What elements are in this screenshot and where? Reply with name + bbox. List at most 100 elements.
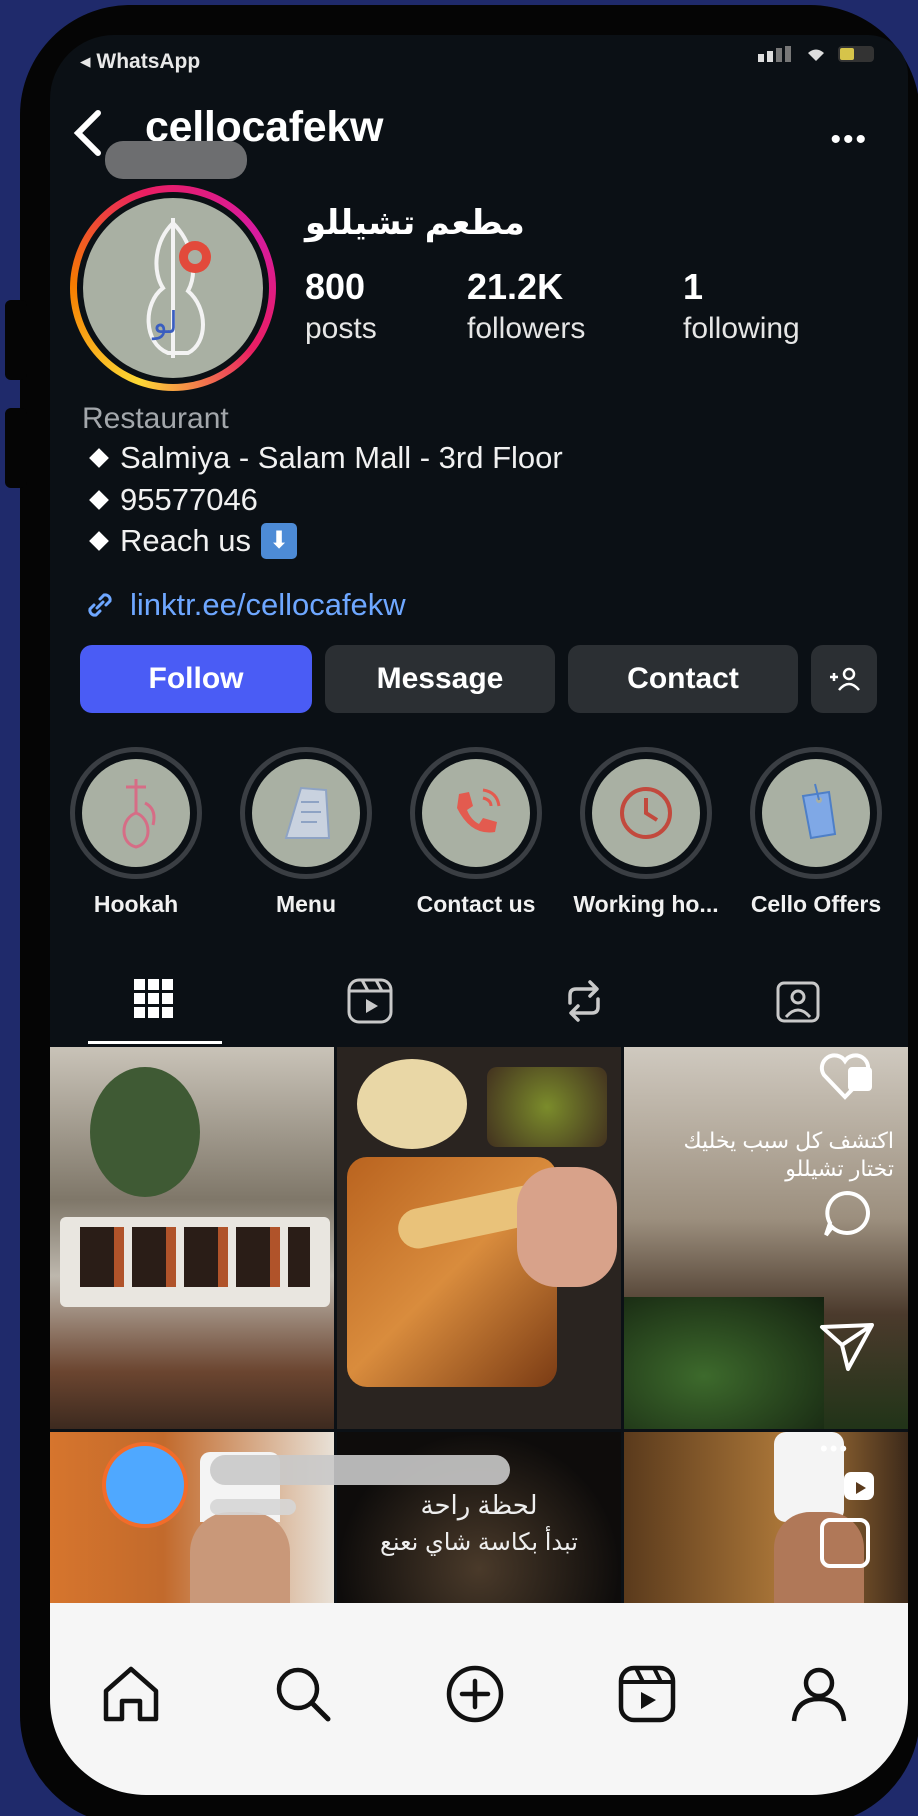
- post-overlay-text: لحظة راحة: [420, 1490, 538, 1520]
- tab-reposts[interactable]: [560, 977, 608, 1030]
- phone-icon: [422, 759, 530, 867]
- highlight-label: Hookah: [93, 891, 179, 917]
- followers-count: 21.2K: [467, 266, 564, 307]
- link-text: linktr.ee/cellocafekw: [130, 587, 406, 622]
- contact-button[interactable]: Contact: [568, 645, 798, 713]
- message-button[interactable]: Message: [325, 645, 555, 713]
- post-tile[interactable]: [337, 1047, 621, 1429]
- post-tile[interactable]: •••: [624, 1432, 908, 1603]
- home-icon: [103, 1666, 159, 1722]
- nav-profile[interactable]: [788, 1663, 850, 1730]
- hand-image: [517, 1167, 617, 1287]
- plant-image: [624, 1297, 824, 1429]
- highlight-menu[interactable]: Menu: [240, 747, 372, 918]
- food-plates-image: [80, 1227, 310, 1287]
- highlight-label: Menu: [275, 891, 337, 917]
- redaction-overlay: [105, 141, 247, 179]
- chevron-left-icon: [73, 110, 101, 156]
- repost-icon: [568, 980, 600, 1022]
- bio-reach-us: Reach us: [120, 523, 251, 558]
- followers-stat[interactable]: 21.2K followers: [467, 267, 585, 349]
- follow-button[interactable]: Follow: [80, 645, 312, 713]
- highlight-working-hours[interactable]: Working ho...: [573, 747, 719, 918]
- highlight-contact[interactable]: Contact us: [410, 747, 542, 918]
- more-dots-icon[interactable]: •••: [820, 1436, 849, 1462]
- cello-logo-icon: لو: [83, 198, 263, 378]
- profile-name: مطعم تشيللو: [305, 204, 525, 242]
- plant-image: [90, 1067, 200, 1197]
- diamond-bullet-icon: [89, 448, 109, 468]
- diamond-bullet-icon: [89, 531, 109, 551]
- highlight-label: Working ho...: [573, 891, 719, 917]
- profile-link[interactable]: linktr.ee/cellocafekw: [82, 587, 406, 623]
- post-tile[interactable]: [50, 1047, 334, 1429]
- reel-badge-icon: [842, 1468, 878, 1507]
- highlight-label: Cello Offers: [750, 891, 882, 917]
- tab-reels[interactable]: [346, 977, 394, 1030]
- reels-icon: [347, 978, 393, 1024]
- redaction-overlay: [210, 1499, 296, 1515]
- content-tabs: [50, 965, 908, 1045]
- salad-image: [487, 1067, 607, 1147]
- posts-stat[interactable]: 800 posts: [305, 267, 377, 349]
- add-person-icon: [830, 667, 860, 691]
- bio-line: Reach us ⬇: [82, 523, 297, 559]
- back-app-label: WhatsApp: [96, 50, 201, 73]
- bio-phone: 95577046: [120, 482, 258, 517]
- carousel-icon: [848, 1067, 872, 1091]
- nav-home[interactable]: [100, 1663, 162, 1730]
- suggest-people-button[interactable]: [811, 645, 877, 713]
- volume-up-button: [5, 300, 27, 380]
- post-tile[interactable]: اكتشف كل سبب يخليك تختار تشيللو: [624, 1047, 908, 1429]
- status-icons: [758, 45, 878, 68]
- tag-icon: [762, 759, 870, 867]
- profile-icon: [791, 1667, 847, 1722]
- back-button[interactable]: [68, 105, 108, 166]
- tab-tagged[interactable]: [774, 977, 822, 1030]
- action-buttons: Follow Message Contact: [50, 645, 908, 713]
- back-to-app-link[interactable]: ◂ WhatsApp: [80, 49, 200, 74]
- profile-avatar[interactable]: لو: [70, 185, 276, 391]
- down-arrow-icon: ⬇: [260, 523, 297, 559]
- following-stat[interactable]: 1 following: [683, 267, 800, 349]
- followers-label: followers: [467, 312, 586, 345]
- hummus-image: [357, 1059, 467, 1149]
- bio-line: Salmiya - Salam Mall - 3rd Floor: [82, 440, 563, 476]
- chef-image: [190, 1512, 290, 1603]
- highlight-label: Contact us: [416, 891, 536, 917]
- highlight-cello-offers[interactable]: Cello Offers: [750, 747, 882, 918]
- plus-circle-icon: [446, 1665, 504, 1723]
- battery-icon: [838, 45, 878, 68]
- diamond-bullet-icon: [89, 490, 109, 510]
- link-icon: [88, 593, 112, 617]
- posts-count: 800: [305, 266, 366, 307]
- redaction-overlay: [210, 1455, 510, 1485]
- nav-search[interactable]: [272, 1663, 334, 1730]
- bio-address: Salmiya - Salam Mall - 3rd Floor: [120, 440, 563, 475]
- wifi-icon: [804, 45, 828, 68]
- nav-reels[interactable]: [616, 1663, 678, 1730]
- following-count: 1: [683, 266, 704, 307]
- signal-icon: [758, 46, 794, 67]
- bottom-navigation: [50, 1603, 908, 1795]
- nav-create[interactable]: [444, 1663, 506, 1730]
- active-tab-indicator: [88, 1041, 222, 1044]
- more-options-icon[interactable]: •••: [830, 123, 868, 157]
- save-icon[interactable]: [820, 1518, 870, 1568]
- reels-icon: [618, 1665, 676, 1723]
- comment-icon[interactable]: [820, 1187, 874, 1246]
- instagram-profile-screen: ◂ WhatsApp cellocafekw ••• لو مطعم تشيلل…: [50, 35, 908, 1795]
- highlight-hookah[interactable]: Hookah: [70, 747, 202, 918]
- share-icon[interactable]: [818, 1319, 876, 1378]
- tab-posts-grid[interactable]: [132, 977, 176, 1026]
- tagged-person-icon: [776, 981, 820, 1023]
- bio-line: 95577046: [82, 482, 258, 518]
- clock-icon: [592, 759, 700, 867]
- grid-icon: [134, 979, 173, 1018]
- posts-label: posts: [305, 312, 377, 345]
- story-avatar[interactable]: [102, 1442, 188, 1528]
- svg-text:لو: لو: [151, 306, 178, 341]
- hookah-icon: [82, 759, 190, 867]
- search-icon: [276, 1667, 331, 1722]
- post-overlay-text: اكتشف كل سبب يخليك تختار تشيللو: [683, 1128, 894, 1181]
